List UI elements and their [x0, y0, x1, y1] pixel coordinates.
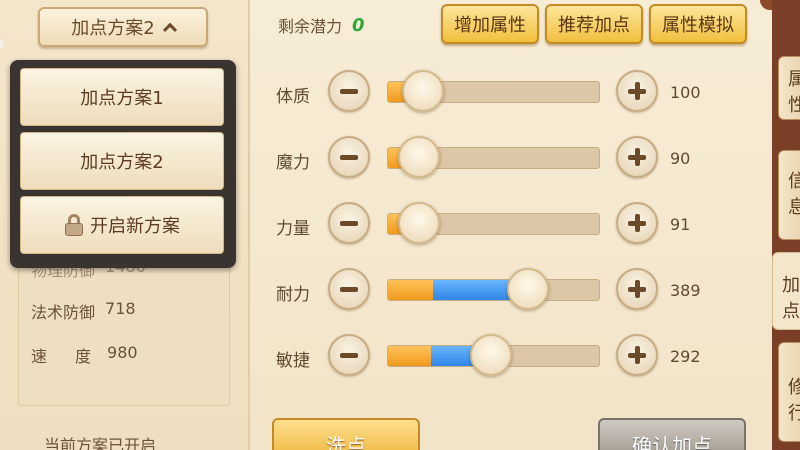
plus-icon-vertical	[635, 346, 640, 364]
attribute-row: 耐力 389	[276, 268, 736, 312]
minus-icon	[340, 89, 358, 94]
chevron-up-icon	[162, 22, 177, 37]
attribute-row: 魔力 90	[276, 136, 736, 180]
stat-row-magic-defense: 法术防御 718	[31, 299, 136, 323]
plus-button[interactable]	[616, 136, 658, 178]
attribute-value: 100	[670, 83, 701, 102]
stat-value: 718	[105, 299, 136, 318]
wash-points-button[interactable]: 洗点	[272, 418, 420, 450]
attribute-points-screen: 加点方案2 物理防御 1486 法术防御 718 速度 980 当前方案已开启 …	[0, 0, 800, 450]
plus-icon-vertical	[635, 214, 640, 232]
dropdown-item-plan-2[interactable]: 加点方案2	[20, 132, 224, 190]
dropdown-item-label: 加点方案1	[80, 88, 164, 109]
confirm-points-button[interactable]: 确认加点	[598, 418, 746, 450]
minus-button[interactable]	[328, 136, 370, 178]
attribute-label: 魔力	[276, 153, 310, 173]
dropdown-item-new-plan[interactable]: 开启新方案	[20, 196, 224, 254]
plus-button[interactable]	[616, 268, 658, 310]
tab-info[interactable]: 信息	[778, 150, 800, 240]
slider-knob[interactable]	[402, 70, 444, 112]
minus-button[interactable]	[328, 202, 370, 244]
attribute-row: 力量 91	[276, 202, 736, 246]
minus-button[interactable]	[328, 70, 370, 112]
attribute-row: 敏捷 292	[276, 334, 736, 378]
plus-icon-vertical	[635, 82, 640, 100]
attribute-value: 91	[670, 215, 691, 234]
attribute-label: 力量	[276, 219, 310, 239]
stat-row-speed: 速度 980	[31, 343, 138, 367]
slider-knob[interactable]	[507, 268, 549, 310]
slider-knob[interactable]	[470, 334, 512, 376]
stats-box: 物理防御 1486 法术防御 718 速度 980	[18, 246, 230, 406]
tab-cultivation[interactable]: 修行	[778, 342, 800, 442]
plan-select-button[interactable]: 加点方案2	[38, 7, 208, 47]
plus-icon-vertical	[635, 280, 640, 298]
minus-icon	[340, 353, 358, 358]
decorative-bubble	[0, 38, 4, 48]
tab-attributes[interactable]: 属性	[778, 56, 800, 120]
plus-button[interactable]	[616, 202, 658, 244]
minus-icon	[340, 221, 358, 226]
tab-label: 属性	[788, 65, 800, 117]
attribute-value: 389	[670, 281, 701, 300]
minus-button[interactable]	[328, 268, 370, 310]
stat-value: 980	[107, 343, 138, 362]
plus-button[interactable]	[616, 70, 658, 112]
stat-label: 法术防御	[31, 303, 96, 322]
remaining-label: 剩余潜力	[278, 17, 343, 36]
dropdown-item-plan-1[interactable]: 加点方案1	[20, 68, 224, 126]
attribute-label: 敏捷	[276, 351, 310, 371]
attribute-row: 体质 100	[276, 70, 736, 114]
tab-label: 修行	[788, 373, 800, 425]
plus-button[interactable]	[616, 334, 658, 376]
tab-label: 信息	[788, 167, 800, 219]
tab-label: 加点	[782, 275, 800, 322]
plan-status-note: 当前方案已开启	[44, 436, 157, 450]
plan-dropdown: 加点方案1 加点方案2 开启新方案	[10, 60, 236, 268]
lock-icon	[64, 214, 84, 236]
dropdown-item-label: 加点方案2	[80, 152, 164, 173]
attribute-slider-track[interactable]	[387, 279, 600, 301]
minus-button[interactable]	[328, 334, 370, 376]
attribute-label: 耐力	[276, 285, 310, 305]
add-attribute-button[interactable]: 增加属性	[441, 4, 539, 44]
stat-label: 速度	[31, 347, 120, 366]
tab-add-points[interactable]: 加点	[772, 252, 800, 330]
remaining-potential: 剩余潜力 0	[278, 13, 365, 37]
base-fill	[388, 280, 433, 300]
recommend-points-button[interactable]: 推荐加点	[545, 4, 643, 44]
base-fill	[388, 346, 431, 366]
remaining-value: 0	[352, 14, 365, 36]
attribute-value: 90	[670, 149, 691, 168]
side-tab-strip: 属性 信息 加点 修行	[772, 0, 800, 450]
plan-select-label: 加点方案2	[71, 18, 155, 39]
minus-icon	[340, 155, 358, 160]
minus-icon	[340, 287, 358, 292]
attribute-value: 292	[670, 347, 701, 366]
left-panel: 加点方案2 物理防御 1486 法术防御 718 速度 980 当前方案已开启 …	[0, 0, 250, 450]
slider-knob[interactable]	[398, 202, 440, 244]
dropdown-item-label: 开启新方案	[90, 216, 180, 237]
slider-knob[interactable]	[398, 136, 440, 178]
attribute-label: 体质	[276, 87, 310, 107]
plus-icon-vertical	[635, 148, 640, 166]
attribute-simulate-button[interactable]: 属性模拟	[649, 4, 747, 44]
